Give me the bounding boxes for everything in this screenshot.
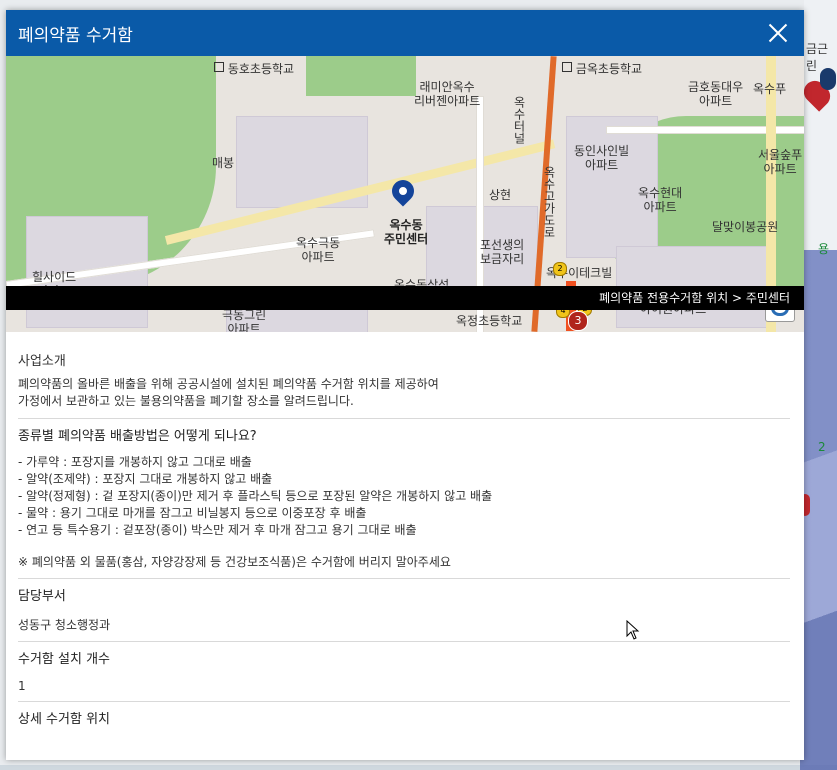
dialog-content: 사업소개 폐의약품의 올바른 배출을 위해 공공시설에 설치된 폐의약품 수거함… [6, 354, 804, 760]
medicine-bin-dialog: 폐의약품 수거함 동호초등학교 래미안옥수 리버젠아파트 옥수터널 금옥초등학교… [6, 10, 804, 760]
count-value: 1 [18, 679, 26, 693]
divider [18, 418, 790, 419]
section-heading-department: 담당부서 [18, 589, 66, 604]
intro-line: 가정에서 보관하고 있는 불용의약품을 폐기할 장소를 알려드립니다. [18, 394, 354, 408]
disposal-item: - 연고 등 특수용기 : 겉포장(종이) 박스만 제거 후 마개 잠그고 용기… [18, 523, 417, 537]
section-heading-disposal: 종류별 폐의약품 배출방법은 어떻게 되나요? [18, 429, 257, 444]
background-label-number: 2 [818, 440, 826, 454]
divider [18, 641, 790, 642]
mouse-cursor-icon [626, 620, 640, 640]
map-label: 동호초등학교 [214, 62, 294, 76]
map-label: 래미안옥수 리버젠아파트 [414, 80, 481, 108]
background-pin-secondary[interactable] [820, 68, 836, 90]
divider [18, 578, 790, 579]
map-label: 옥수고가도로 [542, 166, 556, 238]
section-heading-intro: 사업소개 [18, 354, 66, 369]
map-label: 상현 [489, 188, 512, 202]
background-label-green: 용 [818, 242, 830, 256]
route-marker-current[interactable]: 3 [568, 311, 588, 331]
map-label: 서울숲푸 아파트 [758, 148, 803, 176]
map-label: 극동그린 아파트 [222, 308, 267, 332]
map-caption-bar: 폐의약품 전용수거함 위치 > 주민센터 [6, 286, 804, 310]
map-label: 옥수푸 [753, 82, 787, 96]
map-label: 옥수현대 아파트 [638, 186, 683, 214]
disposal-item: - 물약 : 용기 그대로 마개를 잠그고 비닐봉지 등으로 이중포장 후 배출 [18, 506, 367, 520]
map-label: 금옥초등학교 [562, 62, 642, 76]
map-label: 금호동대우 아파트 [688, 80, 744, 108]
map-label: 매봉 [212, 156, 235, 170]
route-marker[interactable]: 2 [553, 262, 567, 276]
close-icon[interactable] [764, 19, 792, 47]
intro-text: 폐의약품의 올바른 배출을 위해 공공시설에 설치된 폐의약품 수거함 위치를 … [18, 376, 790, 410]
map-label: 동인사인빌 아파트 [574, 144, 630, 172]
disposal-list: - 가루약 : 포장지를 개봉하지 않고 그대로 배출 - 알약(조제약) : … [18, 454, 790, 539]
disposal-item: - 알약(정제형) : 겉 포장지(종이)만 제거 후 플라스틱 등으로 포장된… [18, 489, 493, 503]
map-label: 달맞이봉공원 [712, 220, 779, 234]
map-label: 옥수극동 아파트 [296, 236, 341, 264]
map-label: 옥정초등학교 [456, 314, 523, 328]
section-heading-count: 수거함 설치 개수 [18, 652, 110, 667]
map-label-selected: 옥수동 주민센터 [384, 218, 429, 246]
map-park-area-north [306, 56, 416, 96]
dialog-titlebar: 폐의약품 수거함 [6, 10, 804, 56]
intro-line: 폐의약품의 올바른 배출을 위해 공공시설에 설치된 폐의약품 수거함 위치를 … [18, 377, 439, 391]
department-value: 성동구 청소행정과 [18, 618, 111, 632]
section-heading-detail-location: 상세 수거함 위치 [18, 712, 110, 727]
map-label: 옥수터널 [512, 96, 526, 144]
disposal-item: - 가루약 : 포장지를 개봉하지 않고 그대로 배출 [18, 455, 252, 469]
disposal-note: ※ 폐의약품 외 물품(홍삼, 자양강장제 등 건강보조식품)은 수거함에 버리… [18, 555, 451, 569]
disposal-item: - 알약(조제약) : 포장지 그대로 개봉하지 않고 배출 [18, 472, 273, 486]
divider [18, 701, 790, 702]
map-label: 포선생의 보금자리 [480, 238, 525, 266]
dialog-title: 폐의약품 수거함 [18, 25, 133, 46]
